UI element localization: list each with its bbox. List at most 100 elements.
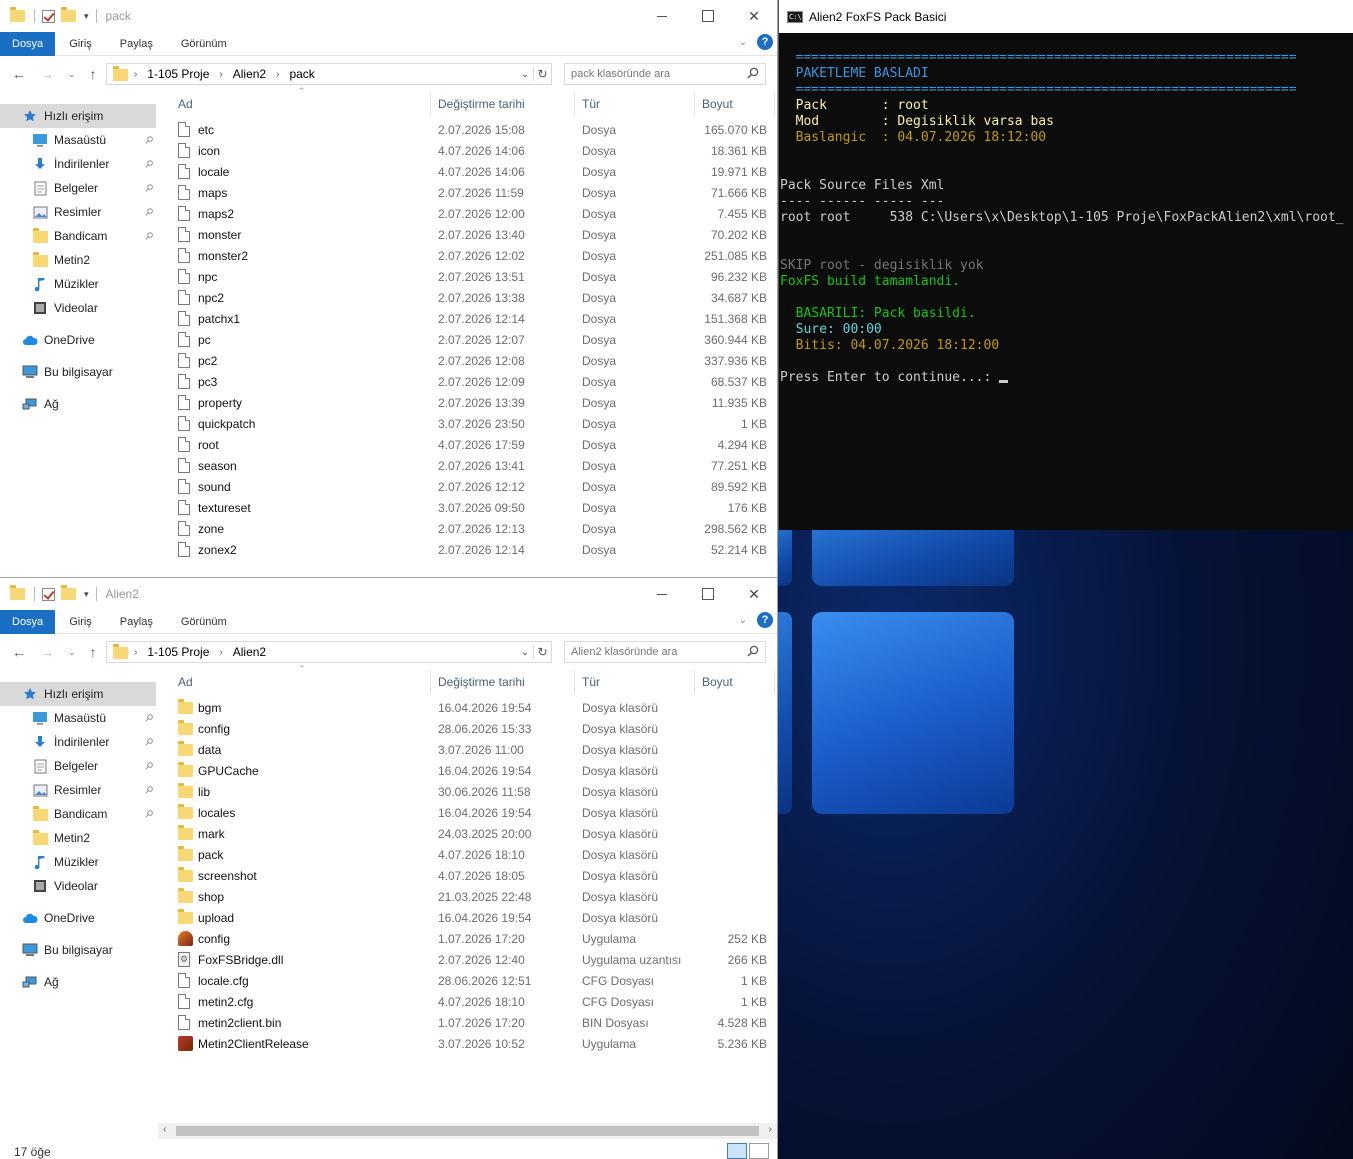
file-name[interactable]: monster2 — [198, 249, 248, 263]
file-name[interactable]: config — [198, 932, 230, 946]
help-icon[interactable]: ? — [757, 612, 773, 628]
file-name[interactable]: quickpatch — [198, 417, 255, 431]
tab-view[interactable]: Görünüm — [167, 610, 241, 634]
file-name[interactable]: textureset — [198, 501, 251, 515]
table-row[interactable]: season 2.07.2026 13:41 Dosya 77.251 KB — [158, 456, 777, 477]
back-arrow-icon[interactable]: ← — [12, 66, 26, 82]
table-row[interactable]: property 2.07.2026 13:39 Dosya 11.935 KB — [158, 393, 777, 414]
address-dropdown-icon[interactable]: ⌄ — [517, 69, 533, 80]
table-row[interactable]: maps2 2.07.2026 12:00 Dosya 7.455 KB — [158, 204, 777, 225]
sidebar-item-h-zl-eri-im[interactable]: Hızlı erişim — [0, 682, 156, 706]
sidebar-item-i-ndirilenler[interactable]: İndirilenler ⚲ — [0, 152, 156, 176]
breadcrumb-separator-icon[interactable]: › — [219, 69, 222, 80]
pin-icon[interactable]: ⚲ — [142, 230, 155, 243]
sidebar-item-resimler[interactable]: Resimler ⚲ — [0, 778, 156, 802]
sidebar-item-resimler[interactable]: Resimler ⚲ — [0, 200, 156, 224]
table-row[interactable]: maps 2.07.2026 11:59 Dosya 71.666 KB — [158, 183, 777, 204]
sidebar-item-bandicam[interactable]: Bandicam ⚲ — [0, 802, 156, 826]
table-row[interactable]: bgm 16.04.2026 19:54 Dosya klasörü — [158, 698, 777, 719]
pin-icon[interactable]: ⚲ — [142, 712, 155, 725]
breadcrumb-item[interactable]: Alien2 — [233, 67, 266, 81]
search-icon[interactable] — [747, 645, 759, 660]
breadcrumb-separator-icon[interactable]: › — [276, 69, 279, 80]
file-name[interactable]: GPUCache — [198, 764, 259, 778]
search-input[interactable]: pack klasöründe ara — [564, 63, 766, 85]
sidebar-item-bu-bilgisayar[interactable]: Bu bilgisayar — [0, 360, 156, 384]
expand-ribbon-icon[interactable]: ⌄ — [739, 37, 747, 48]
table-row[interactable]: textureset 3.07.2026 09:50 Dosya 176 KB — [158, 498, 777, 519]
sidebar-item-bu-bilgisayar[interactable]: Bu bilgisayar — [0, 938, 156, 962]
table-row[interactable]: pc2 2.07.2026 12:08 Dosya 337.936 KB — [158, 351, 777, 372]
file-name[interactable]: screenshot — [198, 869, 257, 883]
breadcrumb-item[interactable]: pack — [289, 67, 314, 81]
column-header-size[interactable]: Boyut — [702, 675, 733, 689]
table-row[interactable]: metin2client.bin 1.07.2026 17:20 BIN Dosya… — [158, 1013, 777, 1034]
scrollbar-thumb[interactable] — [176, 1126, 759, 1136]
file-name[interactable]: pc3 — [198, 375, 217, 389]
table-row[interactable]: mark 24.03.2025 20:00 Dosya klasörü — [158, 824, 777, 845]
column-header-name[interactable]: Ad — [178, 97, 193, 111]
file-name[interactable]: shop — [198, 890, 224, 904]
file-name[interactable]: metin2client.bin — [198, 1016, 281, 1030]
recent-locations-icon[interactable]: ⌄ — [68, 647, 76, 658]
tab-share[interactable]: Paylaş — [106, 32, 167, 56]
maximize-button[interactable] — [685, 0, 731, 32]
file-name[interactable]: config — [198, 722, 230, 736]
table-row[interactable]: pack 4.07.2026 18:10 Dosya klasörü — [158, 845, 777, 866]
back-arrow-icon[interactable]: ← — [12, 644, 26, 660]
sidebar-item-a-[interactable]: Ağ — [0, 392, 156, 416]
table-row[interactable]: icon 4.07.2026 14:06 Dosya 18.361 KB — [158, 141, 777, 162]
large-icons-view-button[interactable] — [749, 1143, 769, 1159]
file-name[interactable]: zone — [198, 522, 224, 536]
file-name[interactable]: root — [198, 438, 219, 452]
table-row[interactable]: shop 21.03.2025 22:48 Dosya klasörü — [158, 887, 777, 908]
chevron-down-icon[interactable]: ▾ — [84, 589, 89, 600]
properties-icon[interactable] — [42, 9, 55, 23]
file-name[interactable]: zonex2 — [198, 543, 237, 557]
tab-home[interactable]: Giriş — [55, 610, 106, 634]
file-name[interactable]: locale.cfg — [198, 974, 249, 988]
search-input[interactable]: Alien2 klasöründe ara — [564, 641, 766, 663]
expand-ribbon-icon[interactable]: ⌄ — [739, 615, 747, 626]
sidebar-item-m-zikler[interactable]: Müzikler — [0, 850, 156, 874]
sidebar-item-i-ndirilenler[interactable]: İndirilenler ⚲ — [0, 730, 156, 754]
sidebar-item-metin2[interactable]: Metin2 — [0, 248, 156, 272]
file-name[interactable]: sound — [198, 480, 231, 494]
chevron-down-icon[interactable]: ▾ — [84, 11, 89, 22]
table-row[interactable]: locale 4.07.2026 14:06 Dosya 19.971 KB — [158, 162, 777, 183]
sidebar-item-bandicam[interactable]: Bandicam ⚲ — [0, 224, 156, 248]
sidebar-item-metin2[interactable]: Metin2 — [0, 826, 156, 850]
recent-locations-icon[interactable]: ⌄ — [68, 69, 76, 80]
new-folder-icon[interactable] — [61, 585, 76, 600]
file-name[interactable]: data — [198, 743, 221, 757]
file-name[interactable]: season — [198, 459, 237, 473]
file-name[interactable]: upload — [198, 911, 234, 925]
tab-home[interactable]: Giriş — [55, 32, 106, 56]
file-name[interactable]: metin2.cfg — [198, 995, 253, 1009]
details-view-button[interactable] — [727, 1143, 747, 1159]
file-name[interactable]: mark — [198, 827, 225, 841]
forward-arrow-icon[interactable]: → — [40, 66, 54, 82]
table-row[interactable]: monster2 2.07.2026 12:02 Dosya 251.085 KB — [158, 246, 777, 267]
horizontal-scrollbar[interactable]: ‹ › — [158, 1123, 777, 1139]
pin-icon[interactable]: ⚲ — [142, 808, 155, 821]
file-name[interactable]: lib — [198, 785, 210, 799]
tab-share[interactable]: Paylaş — [106, 610, 167, 634]
sidebar-item-h-zl-eri-im[interactable]: Hızlı erişim — [0, 104, 156, 128]
minimize-button[interactable] — [639, 578, 685, 610]
file-name[interactable]: maps2 — [198, 207, 234, 221]
up-arrow-icon[interactable]: ↑ — [90, 66, 97, 82]
sidebar-item-onedrive[interactable]: OneDrive — [0, 906, 156, 930]
file-name[interactable]: pc — [198, 333, 211, 347]
file-name[interactable]: property — [198, 396, 242, 410]
table-row[interactable]: lib 30.06.2026 11:58 Dosya klasörü — [158, 782, 777, 803]
search-icon[interactable] — [747, 67, 759, 82]
sidebar-item-videolar[interactable]: Videolar — [0, 874, 156, 898]
table-row[interactable]: quickpatch 3.07.2026 23:50 Dosya 1 KB — [158, 414, 777, 435]
breadcrumb-item[interactable]: 1-105 Proje — [147, 645, 209, 659]
breadcrumb-separator-icon[interactable]: › — [134, 647, 137, 658]
refresh-icon[interactable]: ↻ — [533, 645, 551, 659]
close-button[interactable]: ✕ — [731, 578, 777, 610]
table-row[interactable]: etc 2.07.2026 15:08 Dosya 165.070 KB — [158, 120, 777, 141]
maximize-button[interactable] — [685, 578, 731, 610]
